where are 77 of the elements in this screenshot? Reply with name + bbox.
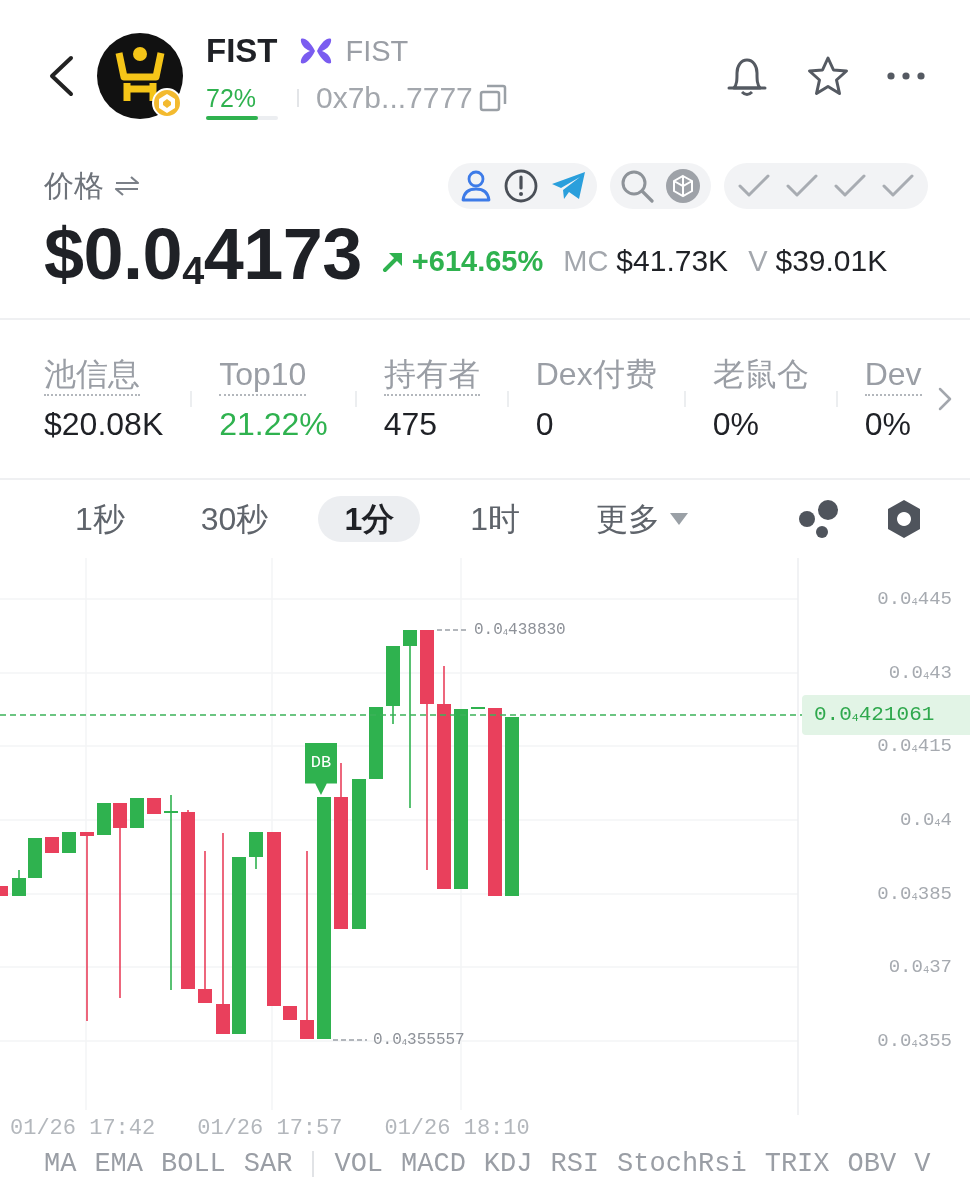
stat-value: $41.73K <box>616 243 729 279</box>
candlestick <box>147 798 161 814</box>
indicator-tab[interactable]: RSI <box>550 1147 600 1181</box>
timeframe-tab[interactable]: 1分 <box>318 496 421 542</box>
more-icon[interactable] <box>887 72 925 80</box>
check-icon <box>738 174 770 198</box>
candlestick <box>97 803 111 835</box>
time-axis-label: 01/26 17:57 <box>197 1116 343 1142</box>
metric-value: 0% <box>864 405 911 444</box>
indicator-tab[interactable]: StochRsi <box>617 1147 747 1181</box>
metric-label[interactable]: Dex付费 <box>535 354 657 396</box>
indicator-tab[interactable]: BOLL <box>161 1147 226 1181</box>
paper-plane-icon[interactable] <box>551 171 587 201</box>
check-icon <box>834 174 866 198</box>
settings-icon[interactable] <box>886 499 922 539</box>
stat-label: MC <box>563 244 609 279</box>
candlestick <box>369 707 383 779</box>
token-name: FIST <box>206 32 278 69</box>
search-icon[interactable] <box>620 169 654 203</box>
swap-icon[interactable] <box>114 176 140 196</box>
price-change: +614.65% <box>411 244 544 279</box>
star-icon[interactable] <box>807 56 849 96</box>
indicator-tab[interactable]: V <box>914 1147 931 1181</box>
token-logo-icon <box>97 33 183 119</box>
candlestick <box>130 798 144 828</box>
indicator-tab[interactable]: MA <box>44 1147 77 1181</box>
candlestick <box>0 886 8 896</box>
time-axis-label: 01/26 18:10 <box>384 1116 530 1142</box>
copy-icon[interactable] <box>478 83 507 112</box>
candlestick <box>283 1006 297 1020</box>
indicator-tab[interactable]: MACD <box>401 1147 466 1181</box>
bubbles-icon[interactable] <box>799 499 839 539</box>
check-icon <box>786 174 818 198</box>
indicator-tab[interactable]: KDJ <box>483 1147 533 1181</box>
metric-label[interactable]: 持有者 <box>383 354 480 396</box>
high-price-leader <box>436 629 468 631</box>
metric-label[interactable]: 老鼠仓 <box>712 354 809 396</box>
candlestick <box>249 831 263 870</box>
timeframe-tab[interactable]: 1秒 <box>49 496 151 542</box>
stat-value: $39.01K <box>775 243 888 279</box>
candlestick <box>62 832 76 853</box>
indicator-tab[interactable]: EMA <box>94 1147 143 1181</box>
metric-value: 21.22% <box>219 405 328 444</box>
metric-label[interactable]: Top10 <box>219 354 307 396</box>
indicator-tab[interactable]: SAR <box>243 1147 293 1181</box>
price-label: 价格 <box>44 168 104 204</box>
caret-icon <box>670 513 688 525</box>
check-icon <box>882 174 914 198</box>
metric-value: 475 <box>383 405 438 444</box>
metric-value: 0 <box>535 405 554 444</box>
candlestick <box>28 838 42 878</box>
stat-label: V <box>748 244 768 279</box>
price-value: $0.0$_{4}$4173 <box>44 221 362 287</box>
low-price-leader <box>332 1039 368 1041</box>
timeframe-tab[interactable]: 30秒 <box>174 496 295 542</box>
metric-label[interactable]: 池信息 <box>44 354 140 396</box>
candlestick <box>471 707 485 709</box>
indicator-tab[interactable]: TRIX <box>764 1147 830 1181</box>
user-icon[interactable] <box>461 170 491 202</box>
metric-value: 0% <box>712 405 759 444</box>
indicator-tab[interactable]: VOL <box>334 1147 384 1181</box>
timeframe-tab[interactable]: 1时 <box>444 496 546 542</box>
more-dropdown[interactable]: 更多 <box>570 496 714 542</box>
butterfly-icon <box>299 36 332 65</box>
time-axis-label: 01/26 17:42 <box>10 1116 156 1142</box>
progress-percent: 72% <box>206 82 258 113</box>
metric-value: $20.08K <box>44 405 164 444</box>
cube-coin-icon[interactable] <box>666 169 700 203</box>
metric-label[interactable]: Dev <box>864 354 922 396</box>
arrow-up-right-icon <box>381 251 404 273</box>
candlestick <box>45 837 59 853</box>
indicator-tab[interactable]: OBV <box>847 1147 897 1181</box>
signal-marker[interactable]: DB <box>305 743 337 795</box>
platform-name: FIST <box>345 33 409 69</box>
contract-address: 0x7b...7777 <box>316 82 473 113</box>
alert-icon[interactable] <box>504 169 538 203</box>
candlestick <box>12 869 26 897</box>
